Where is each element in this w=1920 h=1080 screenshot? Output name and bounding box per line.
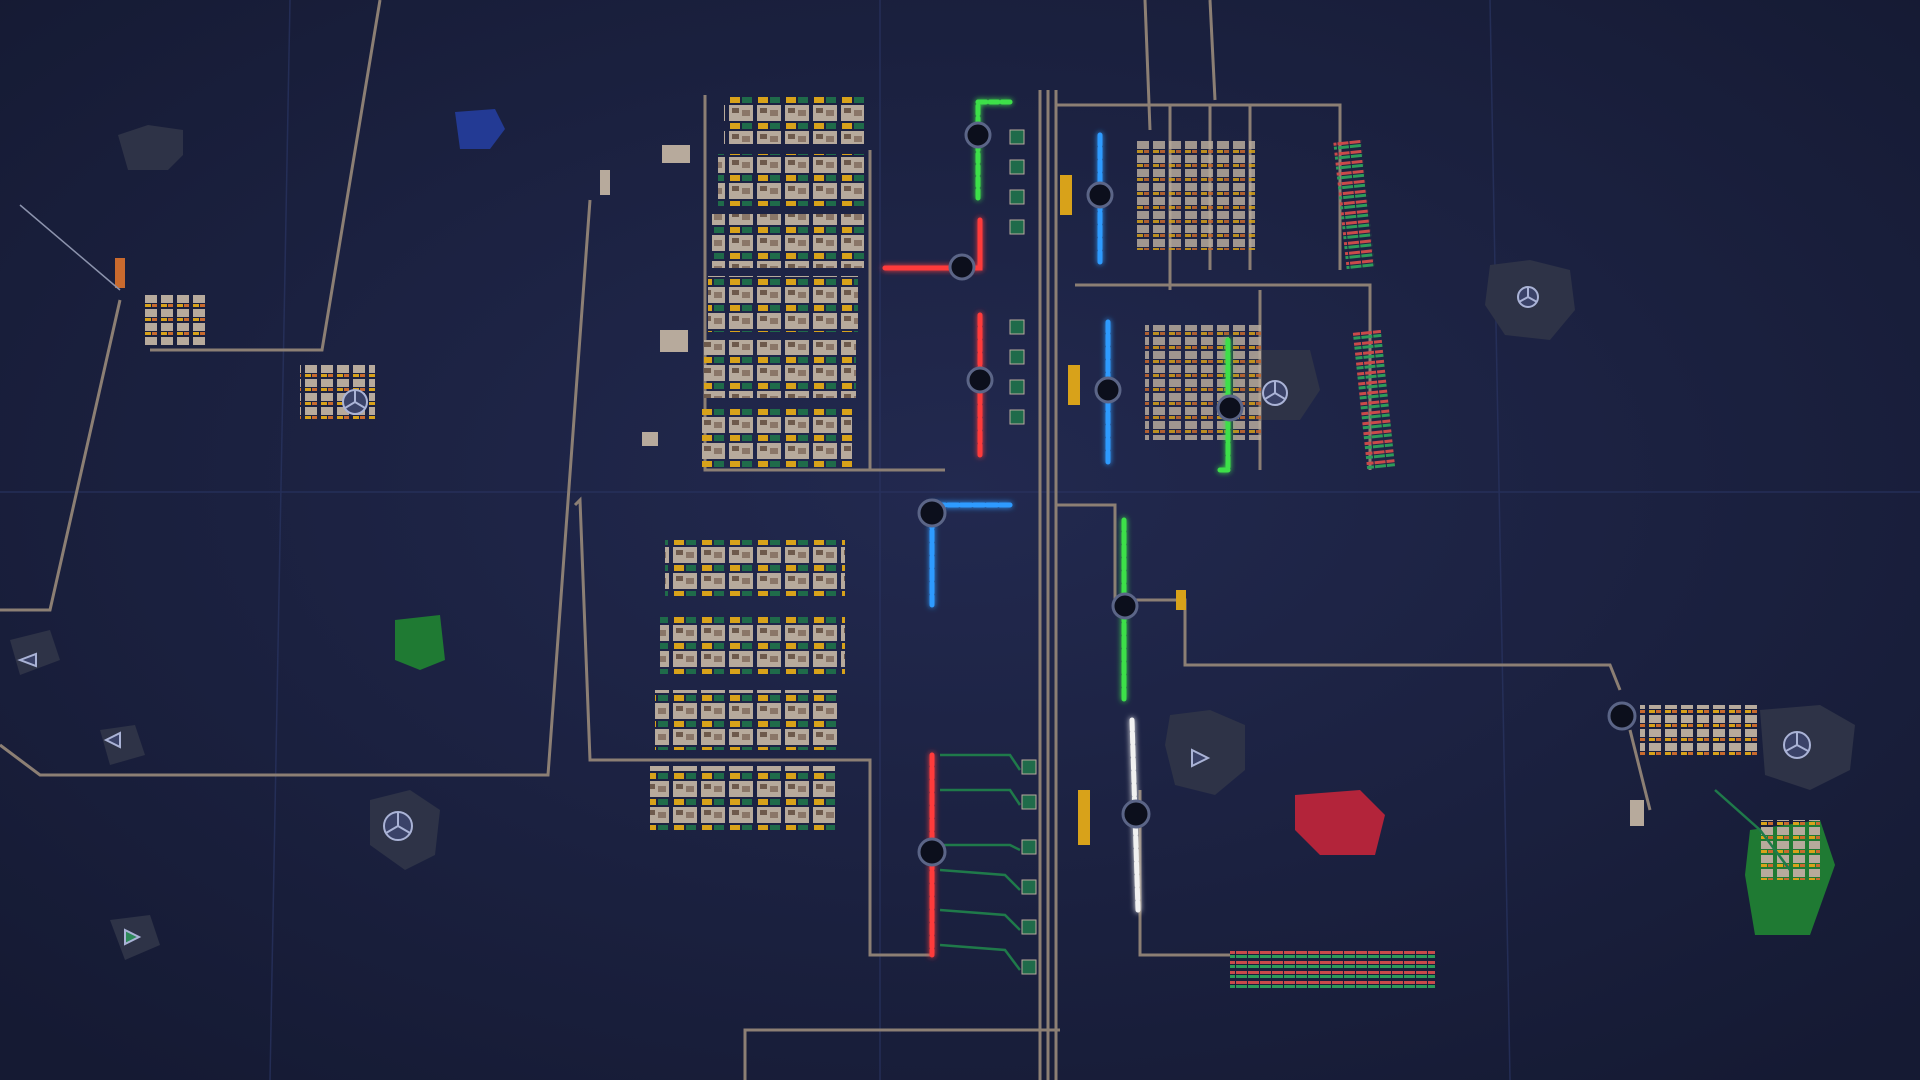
background	[0, 0, 1920, 1080]
hub-icon	[1216, 394, 1244, 422]
factory-map	[0, 0, 1920, 1080]
hub-icon	[917, 498, 947, 528]
machine-block	[702, 408, 852, 468]
machine-block	[660, 616, 845, 674]
machine-grid	[1145, 325, 1265, 440]
outpost	[1760, 820, 1820, 880]
hub-icon	[948, 253, 976, 281]
splitter-icon	[1262, 380, 1288, 406]
outpost	[660, 330, 688, 352]
outpost	[115, 258, 125, 288]
outpost	[642, 432, 658, 446]
hub-icon	[1111, 592, 1139, 620]
hub-icon	[917, 837, 947, 867]
outpost	[662, 145, 690, 163]
splitter-icon	[383, 811, 413, 841]
machine-grid	[1135, 140, 1255, 250]
hub-icon	[1086, 181, 1114, 209]
hub-icon	[1121, 799, 1151, 829]
hub-icon	[1607, 701, 1637, 731]
machine-block	[650, 766, 835, 830]
hub-icon	[1094, 376, 1122, 404]
hub-icon	[966, 366, 994, 394]
outpost	[1640, 705, 1760, 755]
splitter-icon	[342, 389, 368, 415]
machine-block	[724, 96, 864, 144]
outpost	[1630, 800, 1644, 826]
hub-icon	[964, 121, 992, 149]
machine-block	[718, 154, 864, 206]
machine-block	[665, 540, 845, 596]
splitter-icon	[1783, 731, 1811, 759]
splitter-icon	[1517, 286, 1539, 308]
storage-container-icon	[1230, 950, 1435, 990]
resource-node-icon	[118, 125, 183, 170]
ore-node-green	[395, 615, 445, 670]
machine-block	[655, 690, 840, 750]
machine-block	[704, 340, 856, 398]
machine-block	[712, 214, 864, 268]
outpost	[145, 295, 205, 345]
machine-block	[708, 276, 858, 332]
outpost	[600, 170, 610, 195]
